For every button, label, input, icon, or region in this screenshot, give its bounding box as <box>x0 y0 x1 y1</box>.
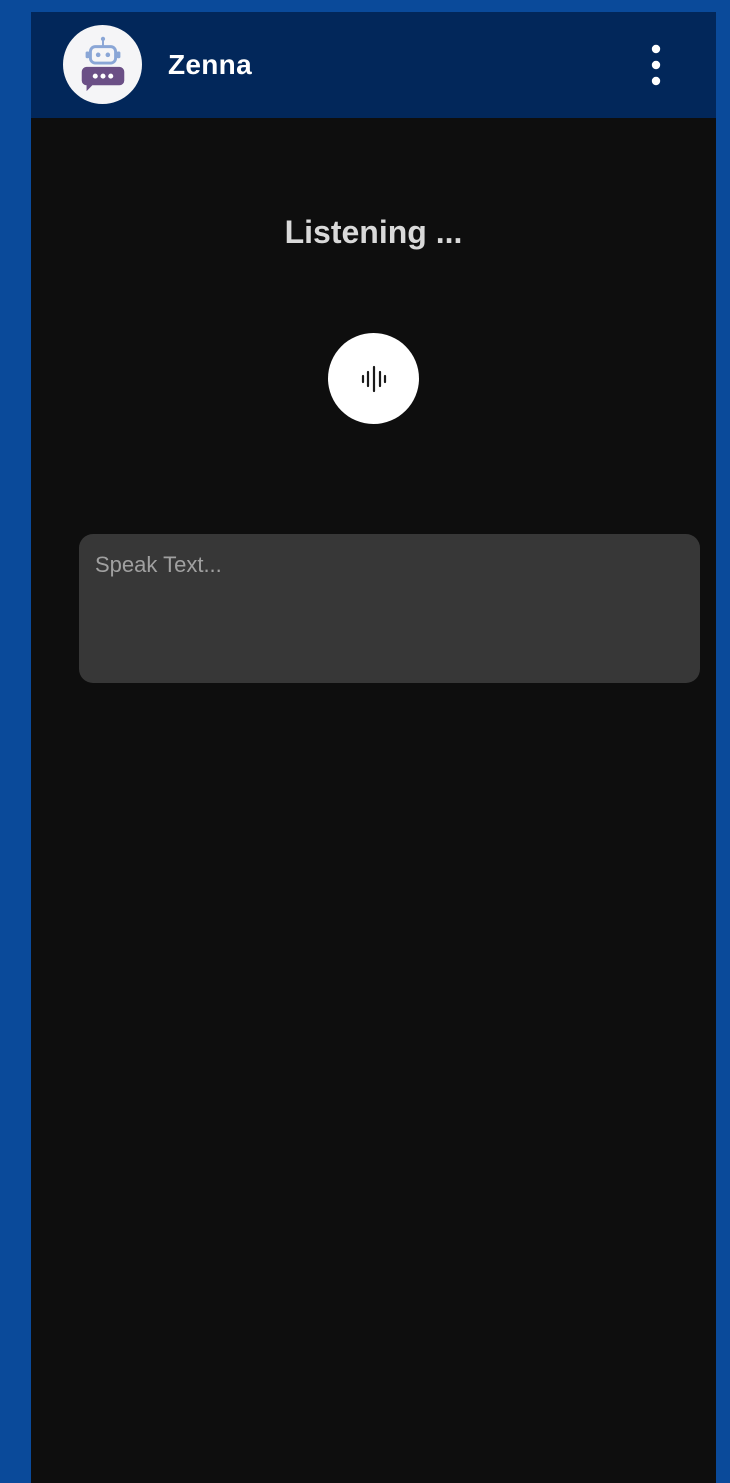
app-title: Zenna <box>168 49 252 80</box>
robot-chat-icon <box>81 36 124 91</box>
speak-text-input[interactable] <box>79 534 700 683</box>
more-vertical-icon <box>651 44 661 86</box>
app-avatar[interactable] <box>63 25 142 104</box>
app-bar: Zenna <box>31 12 716 118</box>
more-options-button[interactable] <box>634 36 678 94</box>
voice-input-button[interactable] <box>328 333 419 424</box>
audio-waveform-icon <box>361 365 386 392</box>
app-screen: Zenna Listening ... <box>31 12 716 1483</box>
listening-status: Listening ... <box>284 214 463 250</box>
